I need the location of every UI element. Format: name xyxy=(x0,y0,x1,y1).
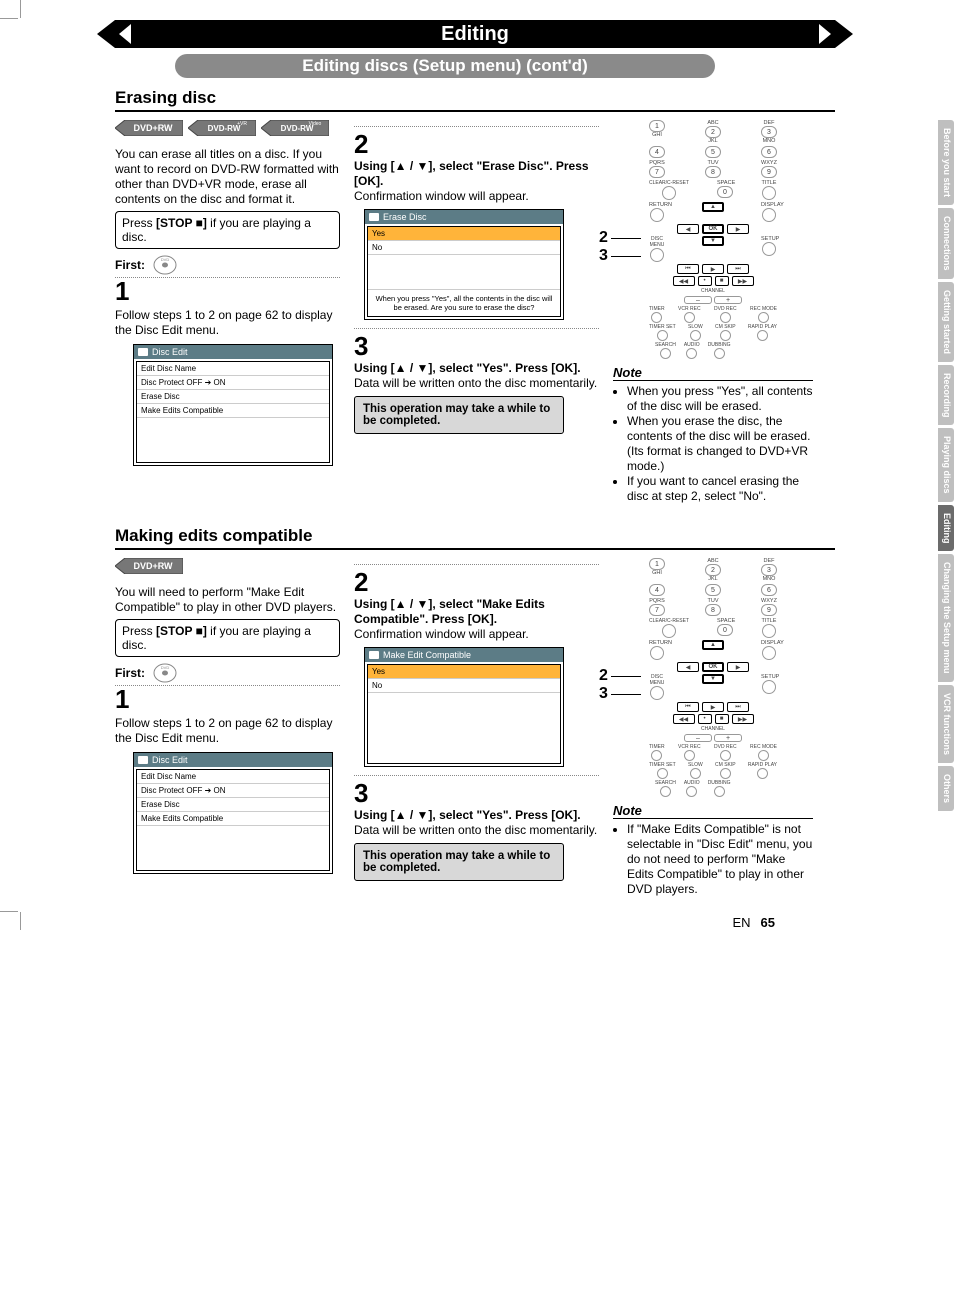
disc-edit-menu: Disc Edit Edit Disc Name Disc Protect OF… xyxy=(133,752,333,874)
tab-connections: Connections xyxy=(938,208,954,279)
step-1-text: Follow steps 1 to 2 on page 62 to displa… xyxy=(115,308,340,338)
badge-dvd-rw-vr: DVD-RW+VR xyxy=(188,120,256,136)
menu-item-no: No xyxy=(368,241,560,255)
svg-text:DVD: DVD xyxy=(161,257,170,262)
tab-before-you-start: Before you start xyxy=(938,120,954,205)
operation-warning-box: This operation may take a while to be co… xyxy=(354,396,564,434)
step-3-sub: Data will be written onto the disc momen… xyxy=(354,823,599,837)
tab-others: Others xyxy=(938,766,954,811)
step-1-number: 1 xyxy=(115,686,340,712)
intro-text: You will need to perform "Make Edit Comp… xyxy=(115,585,340,615)
svg-text:DVD+RW: DVD+RW xyxy=(133,123,173,133)
stop-instruction-box: Press [STOP ■] if you are playing a disc… xyxy=(115,619,340,657)
tab-recording: Recording xyxy=(938,365,954,426)
menu-item-yes: Yes xyxy=(368,227,560,241)
menu-item-yes: Yes xyxy=(368,665,560,679)
format-badges: DVD+RW DVD-RW+VR DVD-RWVideo xyxy=(115,118,340,143)
first-label: First: xyxy=(115,258,145,272)
erase-disc-dialog-footer: When you press "Yes", all the contents i… xyxy=(368,289,560,316)
note-item: If "Make Edits Compatible" is not select… xyxy=(627,822,813,897)
step-3-heading: Using [▲ / ▼], select "Yes". Press [OK]. xyxy=(354,361,599,376)
note-list: If "Make Edits Compatible" is not select… xyxy=(613,822,813,897)
stop-instruction-box: Press [STOP ■] if you are playing a disc… xyxy=(115,211,340,249)
remote-control-diagram: 1GHIABC2JKLDEF3MNO 456 PQRS7TUV8WXYZ9 CL… xyxy=(649,120,777,359)
note-list: When you press "Yes", all contents of th… xyxy=(613,384,813,504)
compat-dialog-title: Make Edit Compatible xyxy=(365,648,563,662)
first-label: First: xyxy=(115,666,145,680)
step-3-number: 3 xyxy=(354,780,599,806)
badge-dvd-plus-rw: DVD+RW xyxy=(115,558,183,574)
step-2-heading: Using [▲ / ▼], select "Make Edits Compat… xyxy=(354,597,599,627)
step-3-sub: Data will be written onto the disc momen… xyxy=(354,376,599,390)
badge-dvd-rw-video: DVD-RWVideo xyxy=(261,120,329,136)
chapter-tabs: Before you start Connections Getting sta… xyxy=(938,120,954,811)
tab-playing-discs: Playing discs xyxy=(938,428,954,502)
make-edit-compatible-dialog: Make Edit Compatible Yes No xyxy=(364,647,564,767)
erase-disc-dialog-title: Erase Disc xyxy=(365,210,563,224)
menu-item: Edit Disc Name xyxy=(137,770,329,784)
svg-text:+VR: +VR xyxy=(237,121,247,127)
menu-item: Disc Protect OFF ➔ ON xyxy=(137,376,329,390)
menu-item: Erase Disc xyxy=(137,390,329,404)
menu-item: Make Edits Compatible xyxy=(137,404,329,418)
step-2-sub: Confirmation window will appear. xyxy=(354,627,599,641)
erase-disc-dialog: Erase Disc Yes No When you press "Yes", … xyxy=(364,209,564,320)
svg-text:DVD: DVD xyxy=(161,665,170,670)
step-2-sub: Confirmation window will appear. xyxy=(354,189,599,203)
svg-text:DVD-RW: DVD-RW xyxy=(208,124,241,133)
dvd-disc-icon: DVD xyxy=(151,663,179,683)
operation-warning-box: This operation may take a while to be co… xyxy=(354,843,564,881)
disc-edit-menu-title: Disc Edit xyxy=(134,753,332,767)
step-1-text: Follow steps 1 to 2 on page 62 to displa… xyxy=(115,716,340,746)
remote-callout-2: 2 xyxy=(599,668,608,684)
tab-editing: Editing xyxy=(938,505,954,552)
intro-text: You can erase all titles on a disc. If y… xyxy=(115,147,340,207)
page-subtitle: Editing discs (Setup menu) (cont'd) xyxy=(175,54,715,78)
menu-item: Make Edits Compatible xyxy=(137,812,329,826)
page-number: EN65 xyxy=(25,915,775,930)
note-item: When you press "Yes", all contents of th… xyxy=(627,384,813,414)
step-1-number: 1 xyxy=(115,278,340,304)
step-3-number: 3 xyxy=(354,333,599,359)
note-item: If you want to cancel erasing the disc a… xyxy=(627,474,813,504)
section-making-edits-compatible-title: Making edits compatible xyxy=(115,526,835,550)
tab-changing-setup-menu: Changing the Setup menu xyxy=(938,554,954,682)
remote-callout-3: 3 xyxy=(599,686,608,702)
dvd-disc-icon: DVD xyxy=(151,255,179,275)
step-3-heading: Using [▲ / ▼], select "Yes". Press [OK]. xyxy=(354,808,599,823)
step-2-number: 2 xyxy=(354,131,599,157)
menu-item: Disc Protect OFF ➔ ON xyxy=(137,784,329,798)
remote-control-diagram: 1GHIABC2JKLDEF3MNO 456 PQRS7TUV8WXYZ9 CL… xyxy=(649,558,777,797)
svg-text:Video: Video xyxy=(309,121,322,127)
page-title: Editing xyxy=(441,23,509,46)
remote-callout-2: 2 xyxy=(599,230,608,246)
svg-text:DVD+RW: DVD+RW xyxy=(133,561,173,571)
tab-getting-started: Getting started xyxy=(938,282,954,362)
section-erasing-disc-title: Erasing disc xyxy=(115,88,835,112)
disc-edit-menu: Disc Edit Edit Disc Name Disc Protect OF… xyxy=(133,344,333,466)
note-item: When you erase the disc, the contents of… xyxy=(627,414,813,474)
note-heading: Note xyxy=(613,803,813,819)
tab-vcr-functions: VCR functions xyxy=(938,685,954,763)
step-2-heading: Using [▲ / ▼], select "Erase Disc". Pres… xyxy=(354,159,599,189)
disc-edit-menu-title: Disc Edit xyxy=(134,345,332,359)
note-heading: Note xyxy=(613,365,813,381)
page-title-ribbon: Editing xyxy=(115,20,835,48)
menu-item-no: No xyxy=(368,679,560,693)
menu-item: Edit Disc Name xyxy=(137,362,329,376)
menu-item: Erase Disc xyxy=(137,798,329,812)
remote-callout-3: 3 xyxy=(599,248,608,264)
badge-dvd-plus-rw: DVD+RW xyxy=(115,120,183,136)
step-2-number: 2 xyxy=(354,569,599,595)
